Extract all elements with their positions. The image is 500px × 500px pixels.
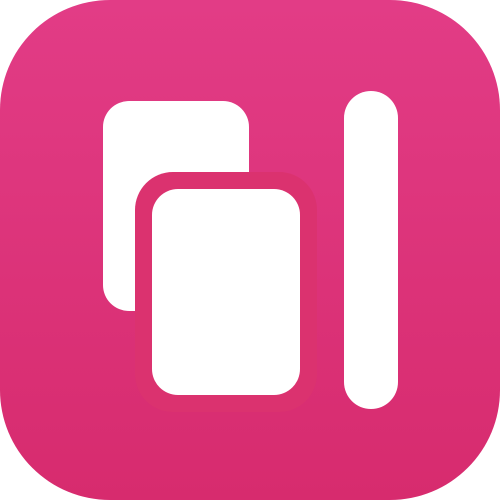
front-card-icon	[152, 189, 300, 395]
sidebar-bar-icon	[344, 91, 398, 409]
app-icon	[0, 0, 500, 500]
app-icon-container	[0, 0, 500, 500]
